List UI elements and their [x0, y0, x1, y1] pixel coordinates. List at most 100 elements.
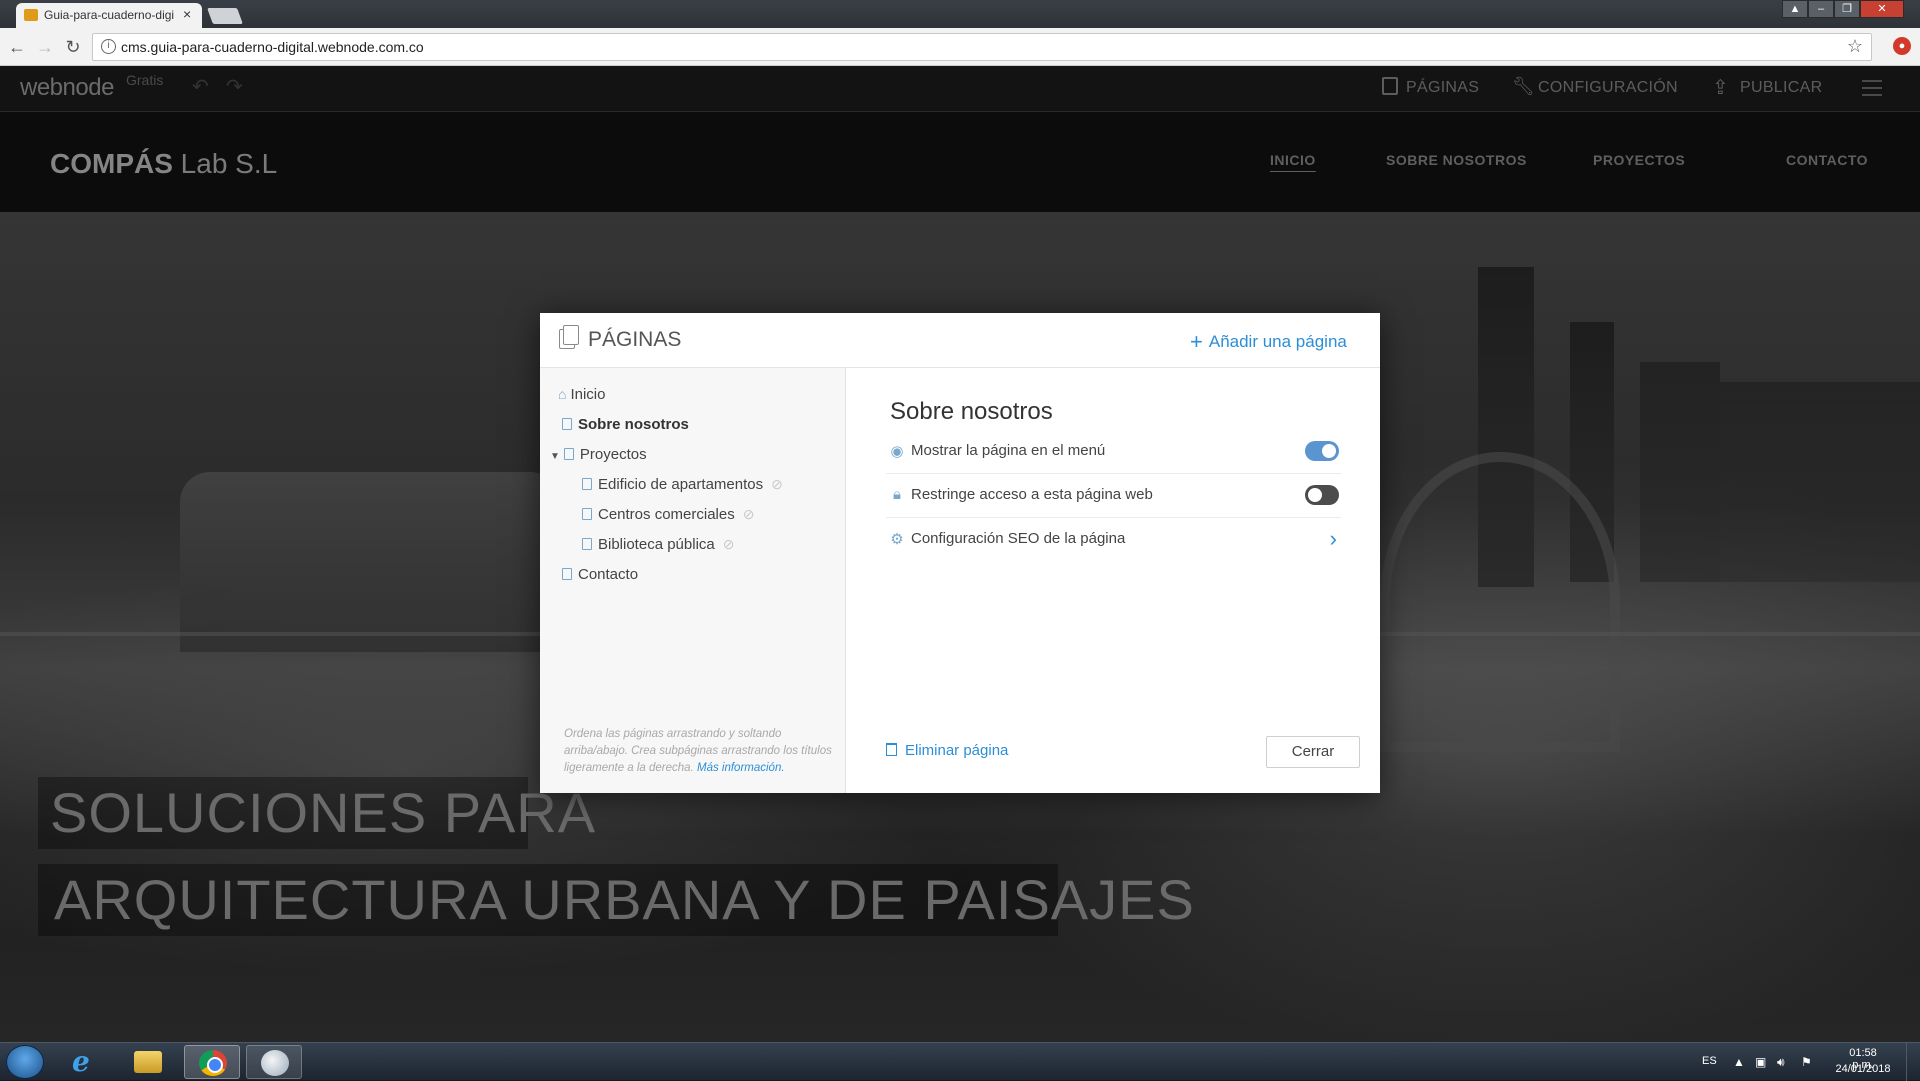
- new-tab-button[interactable]: [207, 8, 243, 24]
- window-restore-button[interactable]: ❐: [1834, 0, 1860, 18]
- show-desktop-button[interactable]: [1906, 1043, 1920, 1081]
- pages-icon: [559, 325, 579, 349]
- tree-item-label: Contacto: [578, 566, 639, 583]
- toggle-knob: [1308, 488, 1322, 502]
- settings-menu-button[interactable]: CONFIGURACIÓN: [1538, 79, 1678, 97]
- tree-item-contacto[interactable]: Contacto: [562, 566, 638, 583]
- webnode-logo[interactable]: webnode: [20, 74, 114, 102]
- redo-icon[interactable]: ↷: [226, 74, 243, 99]
- tree-item-edificio[interactable]: Edificio de apartamentos ⊘: [582, 476, 783, 493]
- tree-item-label: Sobre nosotros: [578, 416, 689, 433]
- browser-tabstrip: Guia-para-cuaderno-digi × ▲ – ❐ ✕: [0, 0, 1920, 28]
- help-text: Ordena las páginas arrastrando y soltand…: [564, 726, 832, 777]
- wrench-icon[interactable]: 🔧︎: [1512, 76, 1535, 97]
- browser-tab-active[interactable]: Guia-para-cuaderno-digi ×: [16, 3, 202, 28]
- hidden-eye-icon: ⊘: [771, 476, 783, 492]
- tab-title: Guia-para-cuaderno-digi: [44, 8, 175, 22]
- hero-title-line2[interactable]: ARQUITECTURA URBANA Y DE PAISAJES: [54, 867, 1195, 932]
- start-button[interactable]: [6, 1045, 44, 1079]
- more-info-link[interactable]: Más información.: [697, 762, 785, 774]
- tab-close-icon[interactable]: ×: [183, 6, 191, 22]
- option-label: Configuración SEO de la página: [911, 530, 1126, 547]
- webnode-favicon-icon: [24, 9, 38, 21]
- internet-explorer-icon: e: [72, 1045, 90, 1078]
- undo-icon[interactable]: ↶: [192, 74, 209, 99]
- plus-icon: +: [1190, 329, 1203, 354]
- chrome-icon: [199, 1050, 227, 1076]
- lock-icon: 🔒︎: [893, 486, 901, 503]
- url-text[interactable]: cms.guia-para-cuaderno-digital.webnode.c…: [121, 39, 424, 55]
- reload-icon[interactable]: ↻: [62, 37, 84, 58]
- tree-item-inicio[interactable]: ⌂ Inicio: [558, 386, 606, 403]
- clock-date[interactable]: 24/01/2018: [1834, 1063, 1892, 1075]
- option-label: Restringe acceso a esta página web: [911, 486, 1153, 503]
- page-icon: [562, 418, 572, 430]
- option-restrict-access[interactable]: 🔒︎ Restringe acceso a esta página web: [886, 474, 1341, 518]
- show-in-menu-toggle[interactable]: [1305, 441, 1339, 461]
- webnode-editor-bar: webnode Gratis ↶ ↷ PÁGINAS 🔧︎ CONFIGURAC…: [0, 66, 1920, 112]
- close-button[interactable]: Cerrar: [1266, 736, 1360, 768]
- site-header: COMPÁS Lab S.L INICIO SOBRE NOSOTROS PRO…: [0, 112, 1920, 212]
- tree-item-label: Edificio de apartamentos: [598, 476, 764, 493]
- volume-icon[interactable]: 🔊︎: [1777, 1055, 1785, 1070]
- window-user-icon[interactable]: ▲: [1782, 0, 1808, 18]
- page-icon: [582, 478, 592, 490]
- tree-item-label: Biblioteca pública: [598, 536, 715, 553]
- expand-caret-icon[interactable]: ▼: [550, 451, 560, 462]
- tree-item-proyectos[interactable]: ▼ Proyectos: [550, 446, 647, 463]
- hamburger-menu-icon[interactable]: [1862, 80, 1882, 101]
- option-seo-settings[interactable]: ⚙ Configuración SEO de la página ›: [886, 518, 1341, 562]
- network-icon[interactable]: ▣: [1755, 1055, 1766, 1069]
- language-indicator[interactable]: ES: [1702, 1055, 1717, 1067]
- trash-icon: [886, 743, 897, 756]
- window-close-button[interactable]: ✕: [1860, 0, 1904, 18]
- hidden-eye-icon: ⊘: [722, 536, 735, 552]
- tray-expand-icon[interactable]: ▲: [1733, 1055, 1745, 1069]
- forward-arrow-icon[interactable]: →: [34, 37, 56, 58]
- bookmark-star-icon[interactable]: ☆: [1847, 36, 1863, 57]
- action-center-flag-icon[interactable]: ⚑: [1801, 1055, 1812, 1069]
- modal-header: PÁGINAS + Añadir una página: [540, 313, 1380, 368]
- restrict-access-toggle[interactable]: [1305, 485, 1339, 505]
- pages-icon[interactable]: [1382, 77, 1398, 95]
- delete-page-label: Eliminar página: [905, 742, 1009, 759]
- tree-item-label: Centros comerciales: [598, 506, 735, 523]
- page-icon: [582, 538, 592, 550]
- taskbar-paint[interactable]: [246, 1045, 302, 1079]
- tree-item-label: Inicio: [570, 386, 606, 403]
- home-icon: ⌂: [558, 386, 567, 402]
- address-bar[interactable]: i cms.guia-para-cuaderno-digital.webnode…: [92, 33, 1872, 61]
- hero-title-line1[interactable]: SOLUCIONES PARA: [50, 780, 596, 845]
- option-show-in-menu[interactable]: ◉ Mostrar la página en el menú: [886, 430, 1341, 474]
- site-brand[interactable]: COMPÁS Lab S.L: [50, 148, 277, 180]
- site-nav-proyectos[interactable]: PROYECTOS: [1593, 152, 1685, 168]
- folder-icon: [134, 1051, 162, 1073]
- modal-title: PÁGINAS: [588, 328, 682, 351]
- site-nav-sobre-nosotros[interactable]: SOBRE NOSOTROS: [1386, 152, 1527, 168]
- upload-icon[interactable]: ⇪: [1712, 75, 1729, 100]
- tree-item-biblioteca[interactable]: Biblioteca pública ⊘: [582, 536, 734, 553]
- hidden-eye-icon: ⊘: [742, 506, 755, 522]
- tree-item-centros[interactable]: Centros comerciales ⊘: [582, 506, 754, 523]
- pages-menu-button[interactable]: PÁGINAS: [1406, 79, 1479, 97]
- option-label: Mostrar la página en el menú: [911, 442, 1106, 459]
- site-nav-contacto[interactable]: CONTACTO: [1786, 152, 1868, 168]
- tree-item-sobre-nosotros[interactable]: Sobre nosotros: [562, 416, 689, 433]
- site-nav-inicio[interactable]: INICIO: [1270, 152, 1316, 168]
- tree-item-label: Proyectos: [579, 446, 647, 463]
- paint-icon: [261, 1050, 289, 1076]
- gear-icon: ⚙: [890, 531, 904, 548]
- add-page-button[interactable]: + Añadir una página: [1190, 329, 1347, 355]
- chevron-right-icon[interactable]: ›: [1330, 526, 1337, 552]
- page-tree-panel: ⌂ Inicio Sobre nosotros ▼ Proyectos Edific…: [540, 368, 846, 793]
- publish-button[interactable]: PUBLICAR: [1740, 79, 1822, 97]
- window-minimize-button[interactable]: –: [1808, 0, 1834, 18]
- taskbar-file-explorer[interactable]: [120, 1045, 176, 1079]
- taskbar-internet-explorer[interactable]: e: [58, 1045, 114, 1079]
- extension-icon[interactable]: ●: [1893, 37, 1911, 55]
- page-settings-panel: Sobre nosotros ◉ Mostrar la página en el…: [846, 368, 1380, 793]
- taskbar-chrome[interactable]: [184, 1045, 240, 1079]
- delete-page-button[interactable]: Eliminar página: [886, 742, 1008, 759]
- info-icon[interactable]: i: [101, 39, 116, 54]
- back-arrow-icon[interactable]: ←: [6, 37, 28, 58]
